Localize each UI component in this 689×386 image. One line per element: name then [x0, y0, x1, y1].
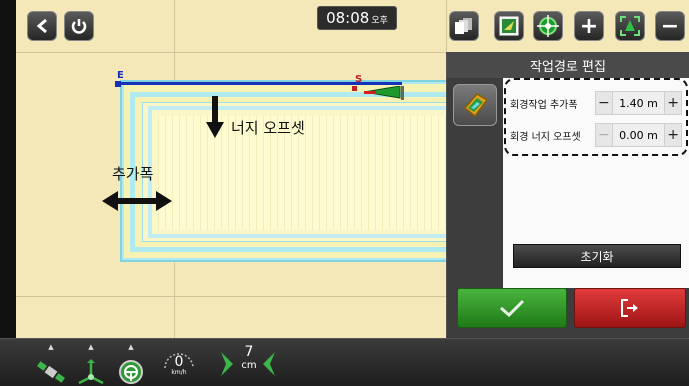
reset-button[interactable]: 초기화 — [513, 244, 681, 268]
layers-icon — [455, 18, 472, 34]
check-icon — [500, 299, 525, 317]
minus-icon: − — [660, 13, 680, 39]
map-view-button[interactable] — [494, 11, 524, 41]
extra-width-value: 1.40 m — [612, 91, 665, 115]
clock-time: 08:08 — [326, 9, 370, 27]
extra-width-label: 추가폭 — [112, 165, 154, 183]
fit-view-button[interactable] — [615, 11, 645, 41]
cross-track-unit: cm — [241, 360, 257, 371]
down-arrow-icon — [206, 96, 224, 138]
status-bar: ▲ ▲ ▲ 0 km/h 7 cm — [0, 338, 689, 386]
zoom-out-button[interactable]: − — [655, 11, 685, 41]
edge-offset-value: 0.00 m — [612, 123, 665, 147]
gps-target-button[interactable] — [533, 11, 563, 41]
speed-unit: km/h — [171, 369, 187, 376]
cross-track-value: 7 — [244, 344, 254, 360]
edge-offset-increase-button[interactable]: + — [664, 123, 682, 147]
zoom-in-button[interactable]: + — [574, 11, 604, 41]
power-icon — [71, 19, 87, 34]
caret-up-icon: ▲ — [88, 343, 94, 351]
gps-target-icon — [537, 15, 559, 37]
tractor-icon — [363, 86, 404, 100]
plus-icon: + — [579, 13, 599, 39]
chevron-left-icon — [36, 18, 47, 34]
steer-right-arrow-icon — [221, 352, 233, 376]
clock: 08:08 오후 — [317, 6, 397, 30]
power-button[interactable] — [64, 11, 94, 41]
tilt-status-button[interactable]: ▲ — [72, 343, 110, 385]
confirm-button[interactable] — [457, 288, 567, 328]
clock-ampm: 오후 — [371, 16, 388, 26]
extra-width-setting-label: 회경작업 추가폭 — [510, 99, 578, 111]
extra-width-increase-button[interactable]: + — [664, 91, 682, 115]
panel-title: 작업경로 편집 — [447, 52, 689, 78]
caret-up-icon: ▲ — [128, 343, 134, 351]
route-edit-panel: 작업경로 편집 회경작업 추가폭 − 1.40 m + 회경 너지 오프셋 − … — [446, 52, 689, 338]
setting-row-extra-width: 회경작업 추가폭 − 1.40 m + — [510, 90, 682, 116]
edge-offset-decrease-button[interactable]: − — [594, 123, 613, 147]
setting-row-edge-offset: 회경 너지 오프셋 − 0.00 m + — [510, 122, 682, 148]
route-settings-group: 회경작업 추가폭 − 1.40 m + 회경 너지 오프셋 − 0.00 m + — [504, 78, 688, 156]
path-start-marker: S — [355, 74, 363, 85]
satellite-status-button[interactable]: ▲ — [32, 343, 70, 385]
satellite-icon — [37, 361, 65, 383]
exit-icon — [621, 299, 638, 317]
path-end-marker: E — [117, 70, 124, 81]
caret-up-icon: ▲ — [48, 343, 54, 351]
headland-route-icon — [463, 93, 489, 118]
steering-wheel-icon — [119, 360, 143, 384]
path-start-point — [352, 86, 357, 91]
edge-offset-label: 너지 오프셋 — [231, 119, 305, 137]
left-right-arrow-icon — [102, 191, 172, 211]
path-end-point — [115, 81, 121, 87]
panel-action-bar — [447, 288, 689, 338]
speed-indicator: 0 km/h — [162, 347, 196, 377]
steering-status-button[interactable]: ▲ — [112, 343, 150, 385]
edge-offset-setting-label: 회경 너지 오프셋 — [510, 131, 581, 143]
layers-button[interactable] — [449, 11, 479, 41]
steer-left-arrow-icon — [263, 352, 275, 376]
panel-tool-column — [447, 78, 503, 288]
map-view-icon — [499, 16, 519, 36]
back-button[interactable] — [27, 11, 57, 41]
exit-button[interactable] — [574, 288, 686, 328]
extra-width-decrease-button[interactable]: − — [594, 91, 613, 115]
fit-view-icon — [620, 16, 640, 36]
axis-tilt-icon — [78, 359, 104, 385]
cross-track-indicator: 7 cm — [238, 344, 260, 371]
speedometer-arc-icon — [164, 353, 194, 369]
headland-route-button[interactable] — [453, 84, 497, 126]
